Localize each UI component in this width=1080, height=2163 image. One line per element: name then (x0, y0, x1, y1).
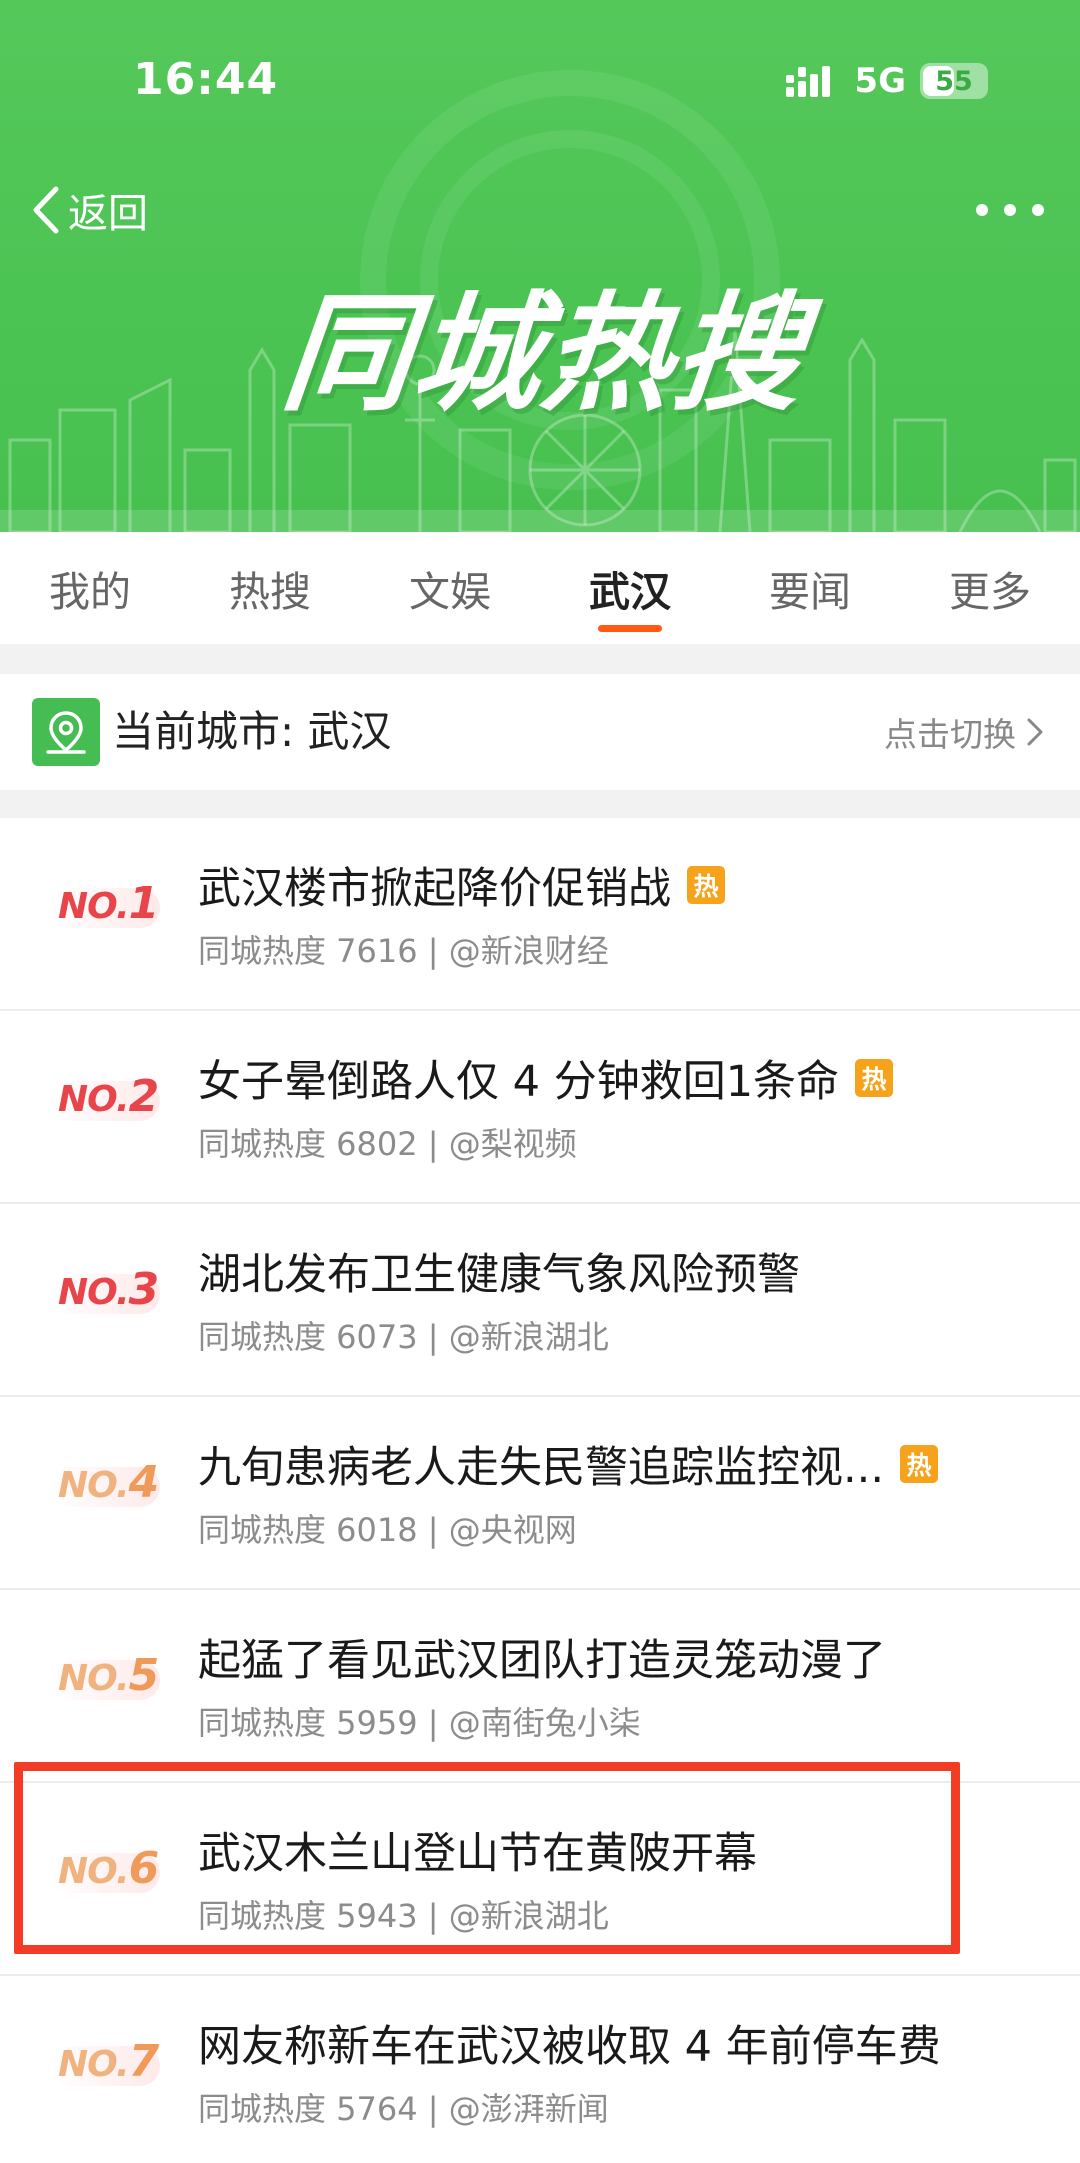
more-dot-icon (1032, 204, 1044, 216)
hot-search-item[interactable]: NO.4 九旬患病老人走失民警追踪监控视... 热同城热度 6018 | @央视网 (0, 1397, 1080, 1590)
rank-prefix: NO. (58, 1272, 130, 1313)
item-title-row: 女子晕倒路人仅 4 分钟救回1条命热 (198, 1047, 894, 1109)
switch-city-label: 点击切换 (884, 715, 1016, 754)
tab-4[interactable]: 要闻 (720, 532, 900, 644)
item-title-row: 九旬患病老人走失民警追踪监控视... 热 (198, 1433, 939, 1495)
back-button[interactable]: 返回 (30, 180, 148, 240)
item-meta: 同城热度 5764 | @澎湃新闻 (198, 2090, 609, 2128)
chevron-left-icon (33, 186, 59, 234)
rank-value: 5 (128, 1650, 160, 1701)
item-meta: 同城热度 6073 | @新浪湖北 (198, 1318, 609, 1356)
item-title-row: 武汉木兰山登山节在黄陂开幕 (198, 1819, 757, 1881)
rank-prefix: NO. (58, 1465, 130, 1506)
item-title: 武汉木兰山登山节在黄陂开幕 (198, 1829, 757, 1879)
hot-badge: 热 (900, 1445, 939, 1483)
rank-value: 1 (128, 878, 160, 929)
item-meta: 同城热度 6018 | @央视网 (198, 1511, 577, 1549)
hot-search-item[interactable]: NO.6 武汉木兰山登山节在黄陂开幕同城热度 5943 | @新浪湖北 (0, 1783, 1080, 1976)
rank-prefix: NO. (58, 1079, 130, 1120)
item-meta: 同城热度 7616 | @新浪财经 (198, 932, 609, 970)
rank-value: 6 (128, 1843, 160, 1894)
item-title: 九旬患病老人走失民警追踪监控视... (198, 1443, 885, 1493)
rank-number: NO.4 (58, 1457, 160, 1527)
tab-label: 热搜 (229, 568, 311, 616)
banner-header: 16:44 5G 55 返回 同城热搜 (0, 0, 1080, 532)
more-options-button[interactable] (976, 196, 1044, 224)
category-tabs: 我的 热搜 文娱 武汉 要闻 更多 (0, 532, 1080, 644)
rank-number: NO.7 (58, 2036, 160, 2106)
hot-search-item[interactable]: NO.3 湖北发布卫生健康气象风险预警同城热度 6073 | @新浪湖北 (0, 1204, 1080, 1397)
item-title-row: 网友称新车在武汉被收取 4 年前停车费 (198, 2012, 941, 2074)
item-title: 湖北发布卫生健康气象风险预警 (198, 1250, 800, 1300)
battery-percent: 55 (935, 65, 973, 97)
tab-label: 更多 (949, 568, 1031, 616)
tab-2[interactable]: 文娱 (360, 532, 540, 644)
banner-title: 同城热搜 (275, 280, 812, 429)
tab-0[interactable]: 我的 (0, 532, 180, 644)
chevron-right-icon (1027, 718, 1043, 746)
status-indicators: 5G 55 (786, 58, 988, 104)
page: 16:44 5G 55 返回 同城热搜 我的 热搜 文娱 武汉 要闻 更多 当前… (0, 0, 1080, 2163)
tab-label: 我的 (49, 568, 131, 616)
rank-number: NO.1 (58, 878, 160, 948)
rank-prefix: NO. (58, 886, 130, 927)
rank-prefix: NO. (58, 1851, 130, 1892)
battery-icon: 55 (920, 63, 988, 99)
hot-badge: 热 (855, 1059, 894, 1097)
hot-search-list: NO.1 武汉楼市掀起降价促销战热同城热度 7616 | @新浪财经 NO.2 女子晕… (0, 818, 1080, 2163)
rank-number: NO.5 (58, 1650, 160, 1720)
switch-city-button[interactable]: 点击切换 (884, 674, 1044, 790)
current-city-label: 当前城市: 武汉 (112, 707, 392, 756)
hot-search-item[interactable]: NO.1 武汉楼市掀起降价促销战热同城热度 7616 | @新浪财经 (0, 818, 1080, 1011)
current-city-bar: 当前城市: 武汉 点击切换 (0, 674, 1080, 790)
rank-prefix: NO. (58, 1658, 130, 1699)
status-time: 16:44 (133, 54, 279, 105)
rank-number: NO.2 (58, 1071, 160, 1141)
item-title-row: 武汉楼市掀起降价促销战热 (198, 854, 725, 916)
item-title-row: 起猛了看见武汉团队打造灵笼动漫了 (198, 1626, 886, 1688)
tab-label: 要闻 (769, 568, 851, 616)
more-dot-icon (976, 204, 988, 216)
item-meta: 同城热度 5943 | @新浪湖北 (198, 1897, 609, 1935)
tab-5[interactable]: 更多 (900, 532, 1080, 644)
more-dot-icon (1004, 204, 1016, 216)
back-label: 返回 (68, 191, 148, 237)
tab-label: 武汉 (589, 568, 671, 616)
tab-label: 文娱 (409, 568, 491, 616)
item-title: 女子晕倒路人仅 4 分钟救回1条命 (198, 1057, 840, 1107)
item-meta: 同城热度 5959 | @南街兔小柒 (198, 1704, 641, 1742)
hot-search-item[interactable]: NO.2 女子晕倒路人仅 4 分钟救回1条命热同城热度 6802 | @梨视频 (0, 1011, 1080, 1204)
tab-1[interactable]: 热搜 (180, 532, 360, 644)
rank-number: NO.3 (58, 1264, 160, 1334)
network-type: 5G (854, 61, 906, 101)
rank-value: 2 (128, 1071, 160, 1122)
rank-prefix: NO. (58, 2044, 130, 2085)
signal-strength-icon (786, 66, 831, 97)
item-title: 网友称新车在武汉被收取 4 年前停车费 (198, 2022, 941, 2072)
rank-number: NO.6 (58, 1843, 160, 1913)
hot-search-item[interactable]: NO.5 起猛了看见武汉团队打造灵笼动漫了同城热度 5959 | @南街兔小柒 (0, 1590, 1080, 1783)
rank-value: 4 (128, 1457, 160, 1508)
rank-value: 7 (128, 2036, 160, 2087)
rank-value: 3 (128, 1264, 160, 1315)
item-title-row: 湖北发布卫生健康气象风险预警 (198, 1240, 800, 1302)
tab-3[interactable]: 武汉 (540, 532, 720, 644)
item-title: 武汉楼市掀起降价促销战 (198, 864, 671, 914)
item-meta: 同城热度 6802 | @梨视频 (198, 1125, 577, 1163)
item-title: 起猛了看见武汉团队打造灵笼动漫了 (198, 1636, 886, 1686)
hot-badge: 热 (687, 866, 725, 904)
location-pin-icon (32, 698, 100, 766)
active-tab-indicator (598, 625, 662, 632)
hot-search-item[interactable]: NO.7 网友称新车在武汉被收取 4 年前停车费同城热度 5764 | @澎湃新闻 (0, 1976, 1080, 2163)
